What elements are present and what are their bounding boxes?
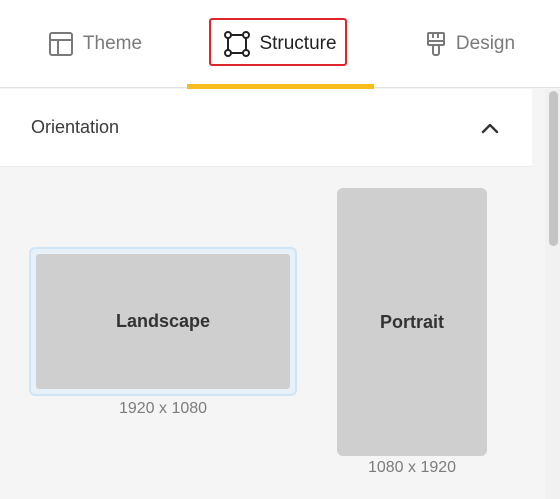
tab-theme-label: Theme: [82, 33, 143, 54]
section-title: Orientation: [31, 117, 120, 137]
orientation-section-header[interactable]: Orientation: [0, 89, 532, 167]
bounding-box-icon: [224, 31, 251, 57]
landscape-size: 1920 x 1080: [118, 400, 208, 417]
layout-icon: [48, 31, 74, 57]
chevron-up-icon[interactable]: [480, 118, 500, 138]
tab-bar: Theme Structure Design: [0, 0, 560, 89]
landscape-option[interactable]: Landscape: [29, 247, 297, 396]
tab-theme[interactable]: Theme: [30, 0, 160, 88]
tab-design-label: Design: [455, 33, 516, 54]
portrait-option[interactable]: Portrait: [337, 188, 487, 456]
scrollbar-thumb[interactable]: [549, 91, 558, 246]
portrait-label: Portrait: [379, 311, 444, 332]
tab-structure-label: Structure: [259, 33, 337, 54]
portrait-size: 1080 x 1920: [367, 459, 457, 476]
tab-design[interactable]: Design: [405, 0, 535, 88]
tab-structure[interactable]: Structure: [187, 0, 374, 89]
landscape-label: Landscape: [36, 254, 290, 389]
paintbrush-icon: [425, 31, 447, 57]
